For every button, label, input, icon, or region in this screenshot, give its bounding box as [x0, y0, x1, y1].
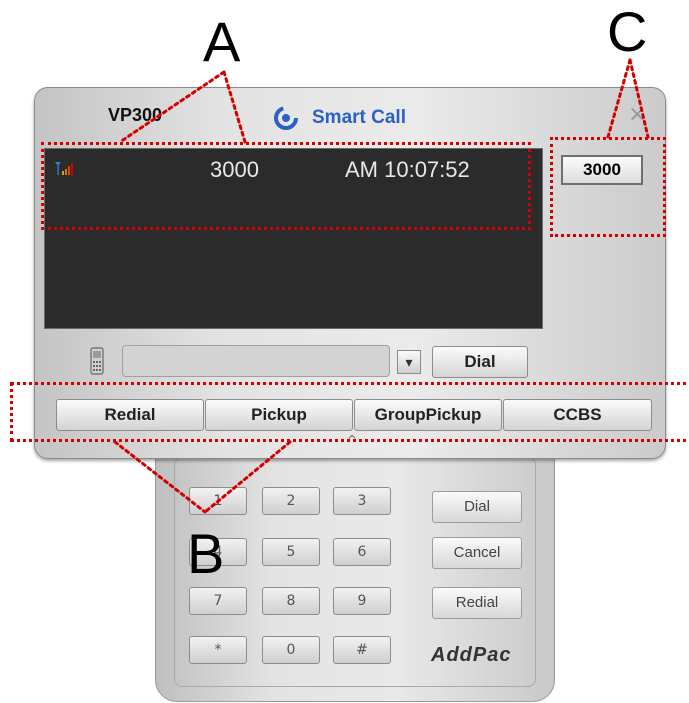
- key-5[interactable]: 5: [262, 538, 320, 566]
- model-label: VP300: [108, 105, 163, 125]
- key-2[interactable]: 2: [262, 487, 320, 515]
- keypad-dial-button[interactable]: Dial: [432, 491, 522, 523]
- key-0[interactable]: 0: [262, 636, 320, 664]
- dial-number-input[interactable]: [122, 345, 390, 377]
- callout-label-b: B: [187, 522, 225, 585]
- phone-handset-icon: [90, 347, 104, 375]
- key-7[interactable]: 7: [189, 587, 247, 615]
- key-star[interactable]: *: [189, 636, 247, 664]
- callout-label-c: C: [607, 0, 648, 63]
- callout-box-b: [10, 382, 689, 442]
- key-1[interactable]: 1: [189, 487, 247, 515]
- callout-box-a: [41, 142, 531, 230]
- smart-call-logo-icon: [274, 106, 298, 130]
- callout-label-a: A: [203, 10, 241, 73]
- addpac-logo: AddPac: [431, 644, 512, 666]
- chevron-down-icon[interactable]: ▾: [397, 350, 421, 374]
- key-hash[interactable]: #: [333, 636, 391, 664]
- callout-box-c: [550, 137, 666, 237]
- keypad-cancel-button[interactable]: Cancel: [432, 537, 522, 569]
- app-title: Smart Call: [312, 107, 406, 128]
- key-9[interactable]: 9: [333, 587, 391, 615]
- key-8[interactable]: 8: [262, 587, 320, 615]
- key-3[interactable]: 3: [333, 487, 391, 515]
- close-icon[interactable]: ×: [628, 102, 646, 127]
- dial-button[interactable]: Dial: [432, 346, 528, 378]
- keypad-redial-button[interactable]: Redial: [432, 587, 522, 619]
- key-6[interactable]: 6: [333, 538, 391, 566]
